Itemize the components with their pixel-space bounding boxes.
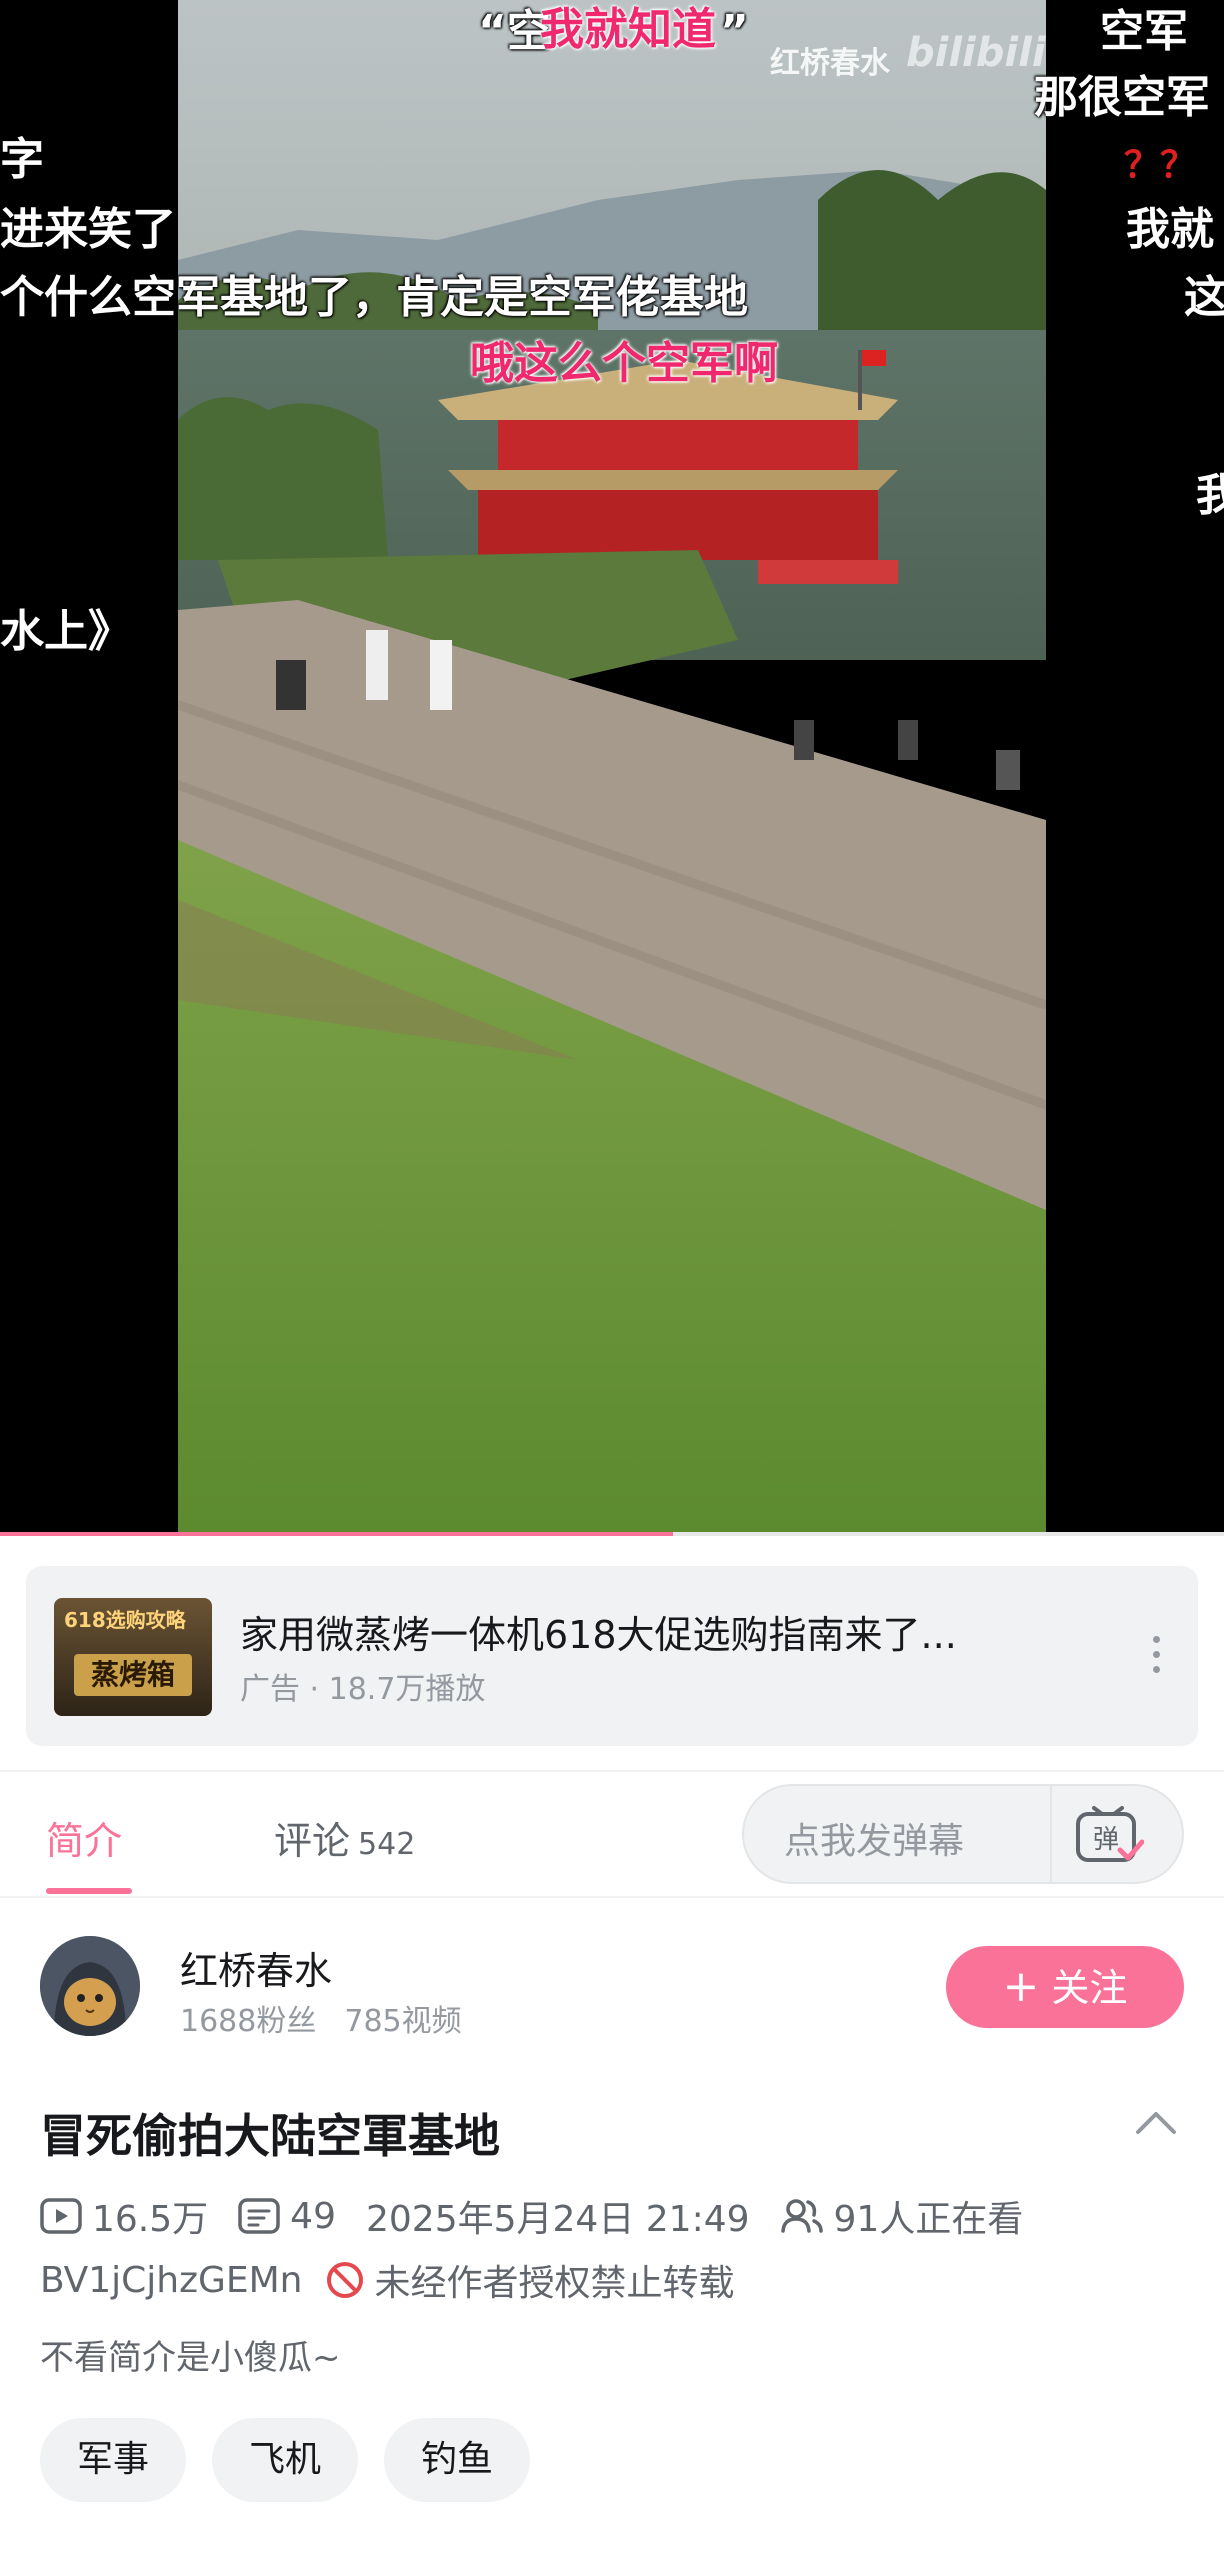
tag-chip[interactable]: 飞机 (212, 2418, 358, 2502)
divider (0, 1770, 1224, 1772)
tab-comments-label: 评论 (274, 1819, 351, 1863)
chevron-up-icon[interactable] (1134, 2108, 1178, 2138)
danmaku-input[interactable]: 点我发弹幕 弹 (742, 1784, 1184, 1884)
prohibited-icon (326, 2262, 363, 2298)
publish-date: 2025年5月24日 21:49 (365, 2199, 750, 2240)
tag-chip[interactable]: 钓鱼 (384, 2418, 530, 2502)
bilibili-logo: bilibili (906, 30, 1046, 76)
video-stats: 16.5万 49 2025年5月24日 21:49 91人正在看 (40, 2190, 1023, 2242)
view-count: 16.5万 (92, 2199, 209, 2240)
play-count-icon (40, 2198, 82, 2234)
danmaku-item: 进来笑了 (0, 204, 176, 255)
video-player[interactable]: 红桥春水 bilibili “空 我就知道 ” 字 进来笑了 个什么空军基地了，… (0, 0, 1224, 1536)
uploader-videos: 785视频 (344, 2004, 462, 2039)
tab-comments-count: 542 (358, 1827, 416, 1862)
follow-label: 关注 (1051, 1966, 1128, 2010)
video-id-row: BV1jCjhzGEMn 未经作者授权禁止转载 (40, 2254, 735, 2306)
tab-comments[interactable]: 评论 542 (274, 1810, 415, 1865)
video-frame[interactable] (178, 0, 1046, 1536)
danmaku-input-placeholder: 点我发弹幕 (784, 1821, 965, 1862)
danmaku-toggle-icon[interactable]: 弹 (1074, 1804, 1144, 1866)
ad-title[interactable]: 家用微蒸烤一体机618大促选购指南来了... (240, 1604, 957, 1659)
danmaku-item: 我就 (1126, 204, 1214, 255)
danmaku-item: 那很空军 (1034, 72, 1210, 123)
danmaku-item: ？？ (1124, 145, 1197, 186)
cat-avatar-icon (40, 1936, 140, 2036)
video-description: 不看简介是小傻瓜~ (40, 2338, 341, 2378)
ad-thumbnail: 618选购攻略 蒸烤箱 (54, 1598, 212, 1716)
divider (1050, 1786, 1052, 1882)
more-options-icon[interactable] (1146, 1636, 1166, 1686)
danmaku-item: 个什么空军基地了，肯定是空军佬基地 (0, 272, 748, 323)
danmaku-item: 字 (0, 134, 44, 185)
plus-icon: + (1002, 1961, 1040, 2012)
ad-thumbnail-label: 蒸烤箱 (74, 1654, 192, 1696)
video-title: 冒死偷拍大陆空軍基地 (40, 2109, 500, 2163)
danmaku-item: 我就知道 (540, 4, 716, 55)
uploader-fans: 1688粉丝 (180, 2004, 317, 2039)
watching-people-icon (780, 2199, 823, 2233)
uploader-stats: 1688粉丝 785视频 (180, 1996, 462, 2040)
ad-thumbnail-caption: 618选购攻略 (64, 1608, 186, 1632)
ad-card[interactable]: 618选购攻略 蒸烤箱 家用微蒸烤一体机618大促选购指南来了... 广告 · … (26, 1566, 1198, 1746)
tab-intro[interactable]: 简介 (46, 1810, 122, 1865)
danmaku-count: 49 (290, 2195, 336, 2237)
watching-count: 91人正在看 (833, 2199, 1024, 2240)
bvid[interactable]: BV1jCjhzGEMn (40, 2260, 303, 2301)
video-progress-bar[interactable] (0, 1532, 1224, 1536)
danmaku-item: 空军 (1100, 6, 1188, 57)
danmaku-item: 哦这么个空军啊 (470, 338, 778, 389)
no-repost-notice: 未经作者授权禁止转载 (374, 2263, 735, 2304)
tab-active-indicator (46, 1888, 132, 1894)
video-scene (178, 0, 1046, 1536)
danmaku-count-icon (238, 2198, 280, 2234)
tag-chip[interactable]: 军事 (40, 2418, 186, 2502)
danmaku-icon-label: 弹 (1093, 1825, 1119, 1855)
danmaku-item: 水上》 (0, 606, 132, 657)
avatar[interactable] (40, 1936, 140, 2036)
video-progress-fill (0, 1532, 674, 1536)
danmaku-item: 我 (1196, 470, 1224, 521)
divider (0, 1896, 1224, 1898)
follow-button[interactable]: + 关注 (946, 1946, 1184, 2028)
uploader-name[interactable]: 红桥春水 (180, 1940, 332, 1995)
danmaku-item: 这 (1184, 272, 1224, 323)
video-watermark: 红桥春水 (770, 46, 890, 81)
ad-meta: 广告 · 18.7万播放 (240, 1672, 486, 1707)
danmaku-item: ” (720, 6, 749, 57)
